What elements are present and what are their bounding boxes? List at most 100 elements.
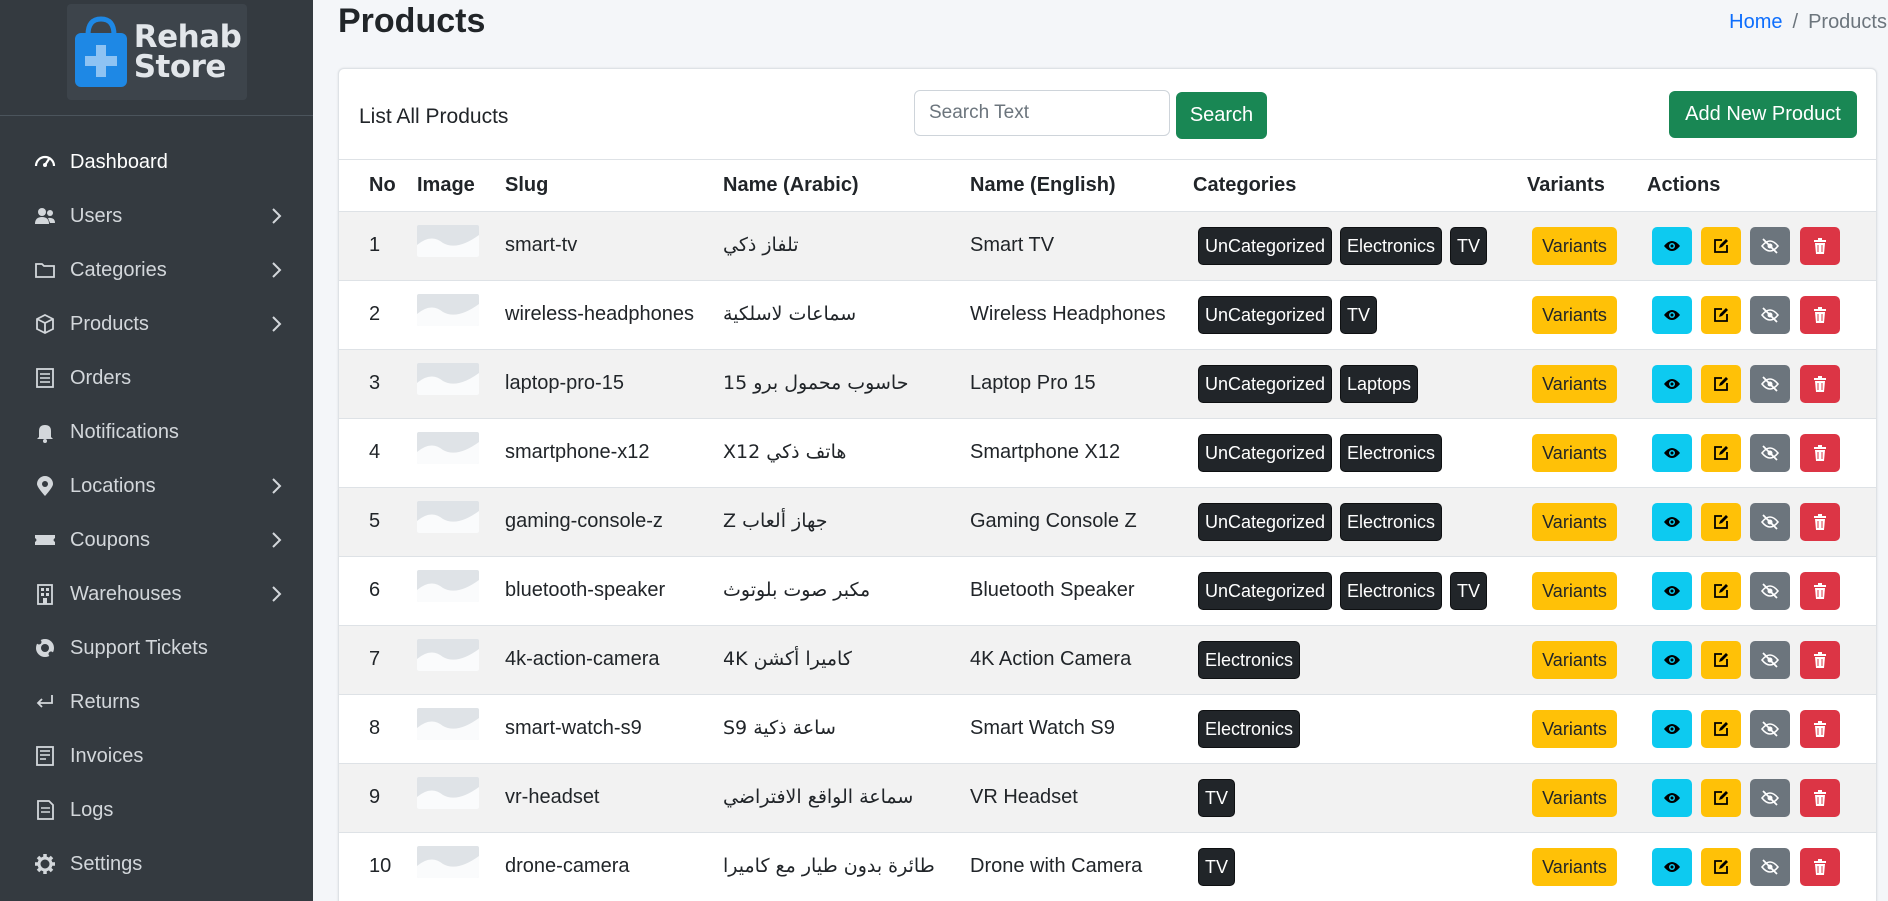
sidebar-item-orders[interactable]: Orders	[0, 354, 313, 402]
variants-button[interactable]: Variants	[1532, 227, 1617, 265]
hide-button[interactable]	[1750, 572, 1790, 610]
users-icon	[34, 205, 56, 227]
edit-button[interactable]	[1701, 503, 1741, 541]
view-button[interactable]	[1652, 779, 1692, 817]
view-button[interactable]	[1652, 503, 1692, 541]
sidebar-item-support-tickets[interactable]: Support Tickets	[0, 624, 313, 672]
eye-slash-icon	[1761, 721, 1779, 737]
sidebar-item-users[interactable]: Users	[0, 192, 313, 240]
delete-button[interactable]	[1800, 641, 1840, 679]
hide-button[interactable]	[1750, 641, 1790, 679]
product-name-english: 4K Action Camera	[970, 648, 1132, 670]
delete-button[interactable]	[1800, 434, 1840, 472]
brand-logo[interactable]: Rehab Store	[66, 4, 247, 100]
variants-button[interactable]: Variants	[1532, 641, 1617, 679]
edit-button[interactable]	[1701, 227, 1741, 265]
folder-icon	[34, 259, 56, 281]
hide-button[interactable]	[1750, 779, 1790, 817]
view-button[interactable]	[1652, 365, 1692, 403]
edit-button[interactable]	[1701, 572, 1741, 610]
variants-button[interactable]: Variants	[1532, 572, 1617, 610]
edit-button[interactable]	[1701, 296, 1741, 334]
sidebar-item-locations[interactable]: Locations	[0, 462, 313, 510]
map-pin-icon	[34, 475, 56, 497]
hide-button[interactable]	[1750, 503, 1790, 541]
view-button[interactable]	[1652, 848, 1692, 886]
sidebar-item-dashboard[interactable]: Dashboard	[0, 138, 313, 186]
column-header-name-english: Name (English)	[970, 174, 1116, 196]
view-button[interactable]	[1652, 572, 1692, 610]
table-row: 3 laptop-pro-15 حاسوب محمول برو 15 Laptop P…	[339, 350, 1876, 419]
brand-line-1: Rehab	[133, 19, 242, 55]
search-button[interactable]: Search	[1176, 92, 1267, 139]
edit-button[interactable]	[1701, 641, 1741, 679]
hide-button[interactable]	[1750, 227, 1790, 265]
chevron-right-icon	[266, 260, 286, 280]
trash-icon	[1813, 583, 1827, 599]
eye-icon	[1663, 308, 1681, 322]
sidebar-item-coupons[interactable]: Coupons	[0, 516, 313, 564]
hide-button[interactable]	[1750, 365, 1790, 403]
hide-button[interactable]	[1750, 848, 1790, 886]
pencil-square-icon	[1713, 514, 1729, 530]
eye-slash-icon	[1761, 238, 1779, 254]
delete-button[interactable]	[1800, 572, 1840, 610]
edit-button[interactable]	[1701, 365, 1741, 403]
variants-button[interactable]: Variants	[1532, 848, 1617, 886]
variants-button[interactable]: Variants	[1532, 434, 1617, 472]
sidebar-item-label: Orders	[70, 366, 132, 389]
delete-button[interactable]	[1800, 227, 1840, 265]
variants-button[interactable]: Variants	[1532, 296, 1617, 334]
sidebar-item-logs[interactable]: Logs	[0, 786, 313, 834]
variants-button[interactable]: Variants	[1532, 365, 1617, 403]
product-name-english: Laptop Pro 15	[970, 372, 1096, 394]
product-image-placeholder	[417, 294, 479, 326]
product-image-placeholder	[417, 225, 479, 257]
row-number: 5	[369, 510, 381, 532]
row-number: 4	[369, 441, 381, 463]
view-button[interactable]	[1652, 434, 1692, 472]
variants-button[interactable]: Variants	[1532, 710, 1617, 748]
view-button[interactable]	[1652, 296, 1692, 334]
pencil-square-icon	[1713, 583, 1729, 599]
product-image-placeholder	[417, 777, 479, 809]
search-input[interactable]	[914, 90, 1170, 136]
chevron-right-icon	[266, 530, 286, 550]
delete-button[interactable]	[1800, 296, 1840, 334]
view-button[interactable]	[1652, 641, 1692, 679]
view-button[interactable]	[1652, 227, 1692, 265]
hide-button[interactable]	[1750, 710, 1790, 748]
sidebar-item-notifications[interactable]: Notifications	[0, 408, 313, 456]
delete-button[interactable]	[1800, 710, 1840, 748]
eye-slash-icon	[1761, 514, 1779, 530]
delete-button[interactable]	[1800, 365, 1840, 403]
sidebar-item-categories[interactable]: Categories	[0, 246, 313, 294]
view-button[interactable]	[1652, 710, 1692, 748]
add-new-product-button[interactable]: Add New Product	[1669, 91, 1857, 138]
sidebar-item-label: Logs	[70, 798, 114, 821]
sidebar-item-settings[interactable]: Settings	[0, 840, 313, 888]
hide-button[interactable]	[1750, 434, 1790, 472]
delete-button[interactable]	[1800, 779, 1840, 817]
sidebar-item-returns[interactable]: Returns	[0, 678, 313, 726]
edit-button[interactable]	[1701, 434, 1741, 472]
hide-button[interactable]	[1750, 296, 1790, 334]
eye-icon	[1663, 860, 1681, 874]
edit-button[interactable]	[1701, 779, 1741, 817]
breadcrumb-home[interactable]: Home	[1729, 11, 1782, 34]
variants-button[interactable]: Variants	[1532, 779, 1617, 817]
category-badge: TV	[1450, 572, 1488, 610]
edit-button[interactable]	[1701, 710, 1741, 748]
sidebar-item-label: Dashboard	[70, 150, 168, 173]
product-slug: laptop-pro-15	[505, 372, 624, 394]
delete-button[interactable]	[1800, 503, 1840, 541]
receipt-icon	[34, 367, 56, 389]
variants-button[interactable]: Variants	[1532, 503, 1617, 541]
eye-slash-icon	[1761, 445, 1779, 461]
pencil-square-icon	[1713, 445, 1729, 461]
sidebar-item-warehouses[interactable]: Warehouses	[0, 570, 313, 618]
delete-button[interactable]	[1800, 848, 1840, 886]
sidebar-item-invoices[interactable]: Invoices	[0, 732, 313, 780]
edit-button[interactable]	[1701, 848, 1741, 886]
sidebar-item-products[interactable]: Products	[0, 300, 313, 348]
